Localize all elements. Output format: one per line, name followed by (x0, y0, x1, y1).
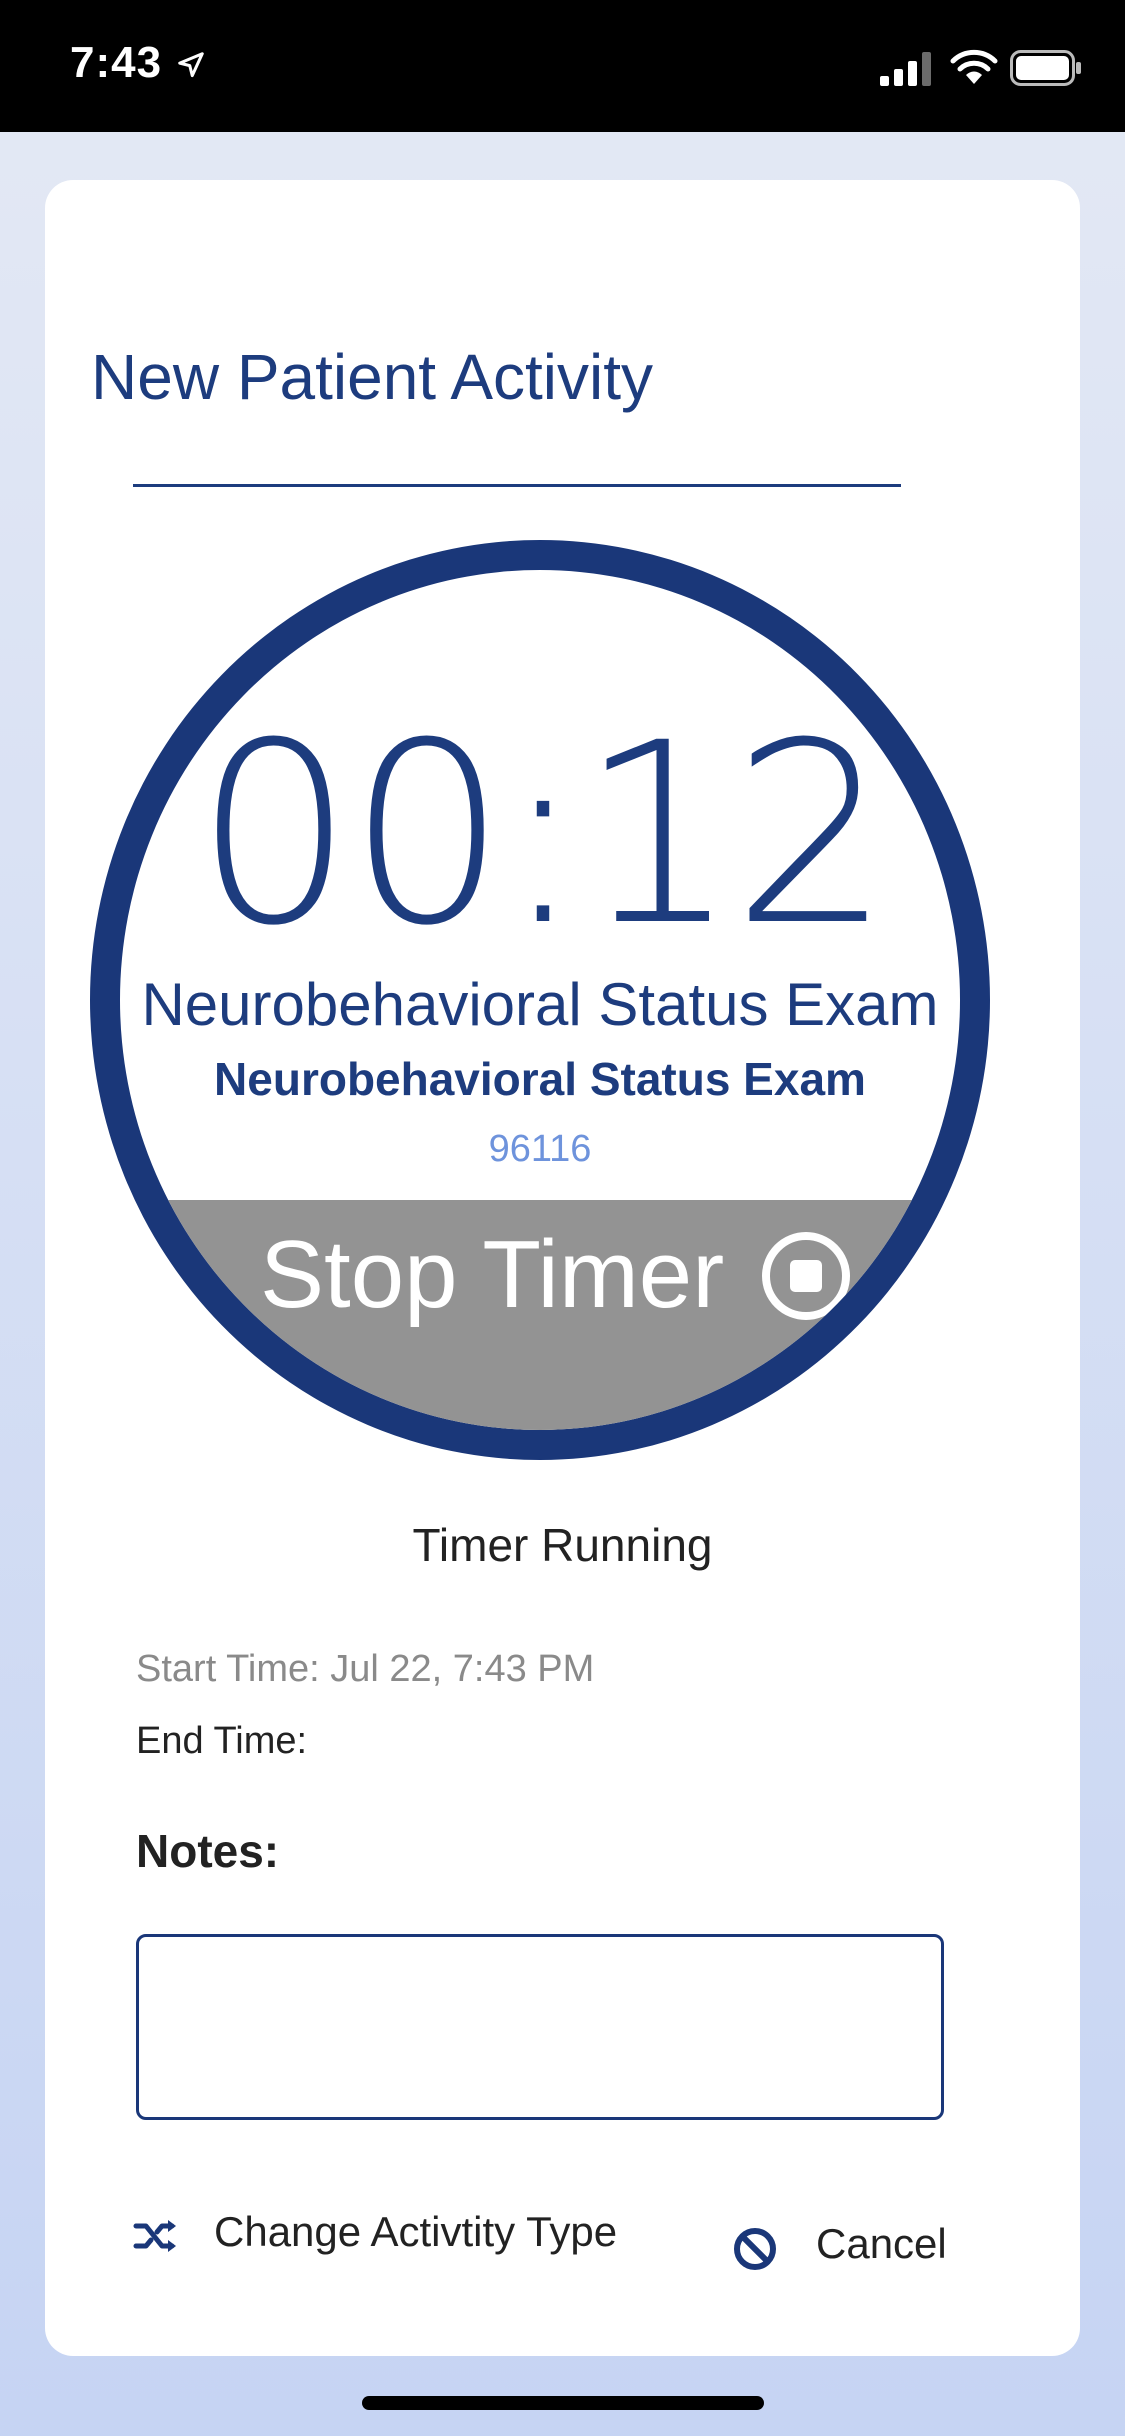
home-indicator[interactable] (362, 2396, 764, 2410)
page-title: New Patient Activity (91, 341, 653, 413)
stop-icon (762, 1232, 850, 1320)
activity-name: Neurobehavioral Status Exam (141, 971, 939, 1038)
timer-display: 00:12 (194, 689, 891, 980)
notes-input[interactable] (136, 1934, 944, 2120)
stop-timer-label: Stop Timer (260, 1221, 725, 1328)
timer-status: Timer Running (412, 1519, 713, 1571)
start-time: Start Time: Jul 22, 7:43 PM (136, 1648, 595, 1690)
location-arrow-icon (178, 52, 204, 78)
status-time: 7:43 (70, 38, 163, 87)
cancel-label: Cancel (816, 2220, 947, 2267)
activity-code: 96116 (488, 1128, 592, 1170)
end-time: End Time: (136, 1720, 308, 1762)
cancel-icon (734, 2228, 776, 2270)
change-activity-type-label: Change Activtity Type (214, 2208, 618, 2255)
battery-icon (1010, 50, 1081, 86)
title-divider (133, 484, 901, 487)
status-bar: 7:43 (0, 0, 1125, 132)
notes-label: Notes: (136, 1825, 280, 1877)
timer-circle: 00:12 Neurobehavioral Status Exam Neurob… (90, 540, 990, 1460)
shuffle-icon (133, 2220, 176, 2252)
wifi-icon (950, 49, 998, 84)
activity-subname: Neurobehavioral Status Exam (214, 1053, 866, 1105)
signal-icon (880, 52, 931, 86)
stop-timer-button[interactable]: Stop Timer (120, 1200, 960, 1430)
